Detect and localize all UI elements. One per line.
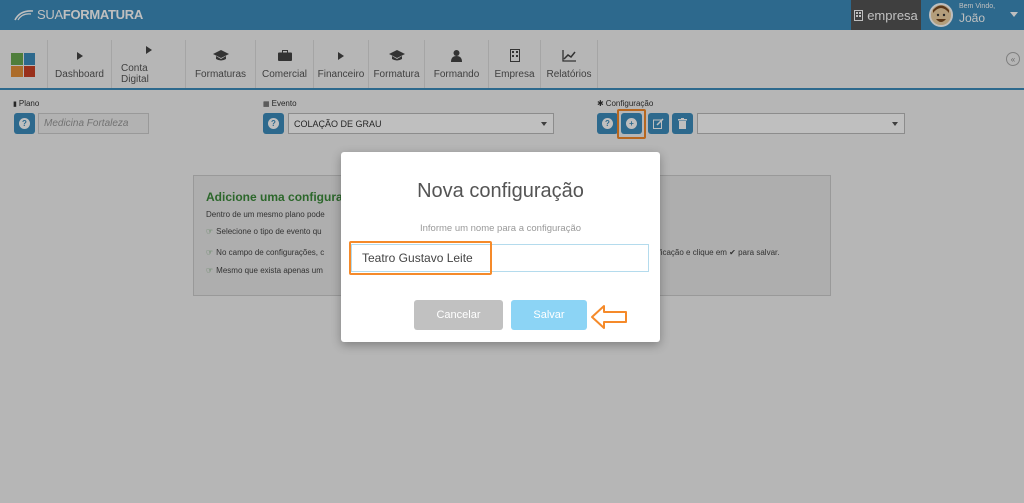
dialog-title: Nova configuração (417, 180, 584, 202)
save-button[interactable]: Salvar (511, 300, 587, 330)
new-config-dialog: Nova configuração Informe um nome para a… (341, 152, 660, 342)
cancel-button[interactable]: Cancelar (414, 300, 503, 330)
dialog-subtitle: Informe um nome para a configuração (419, 223, 582, 234)
input-highlight (349, 241, 492, 275)
arrow-left-icon (591, 305, 627, 329)
